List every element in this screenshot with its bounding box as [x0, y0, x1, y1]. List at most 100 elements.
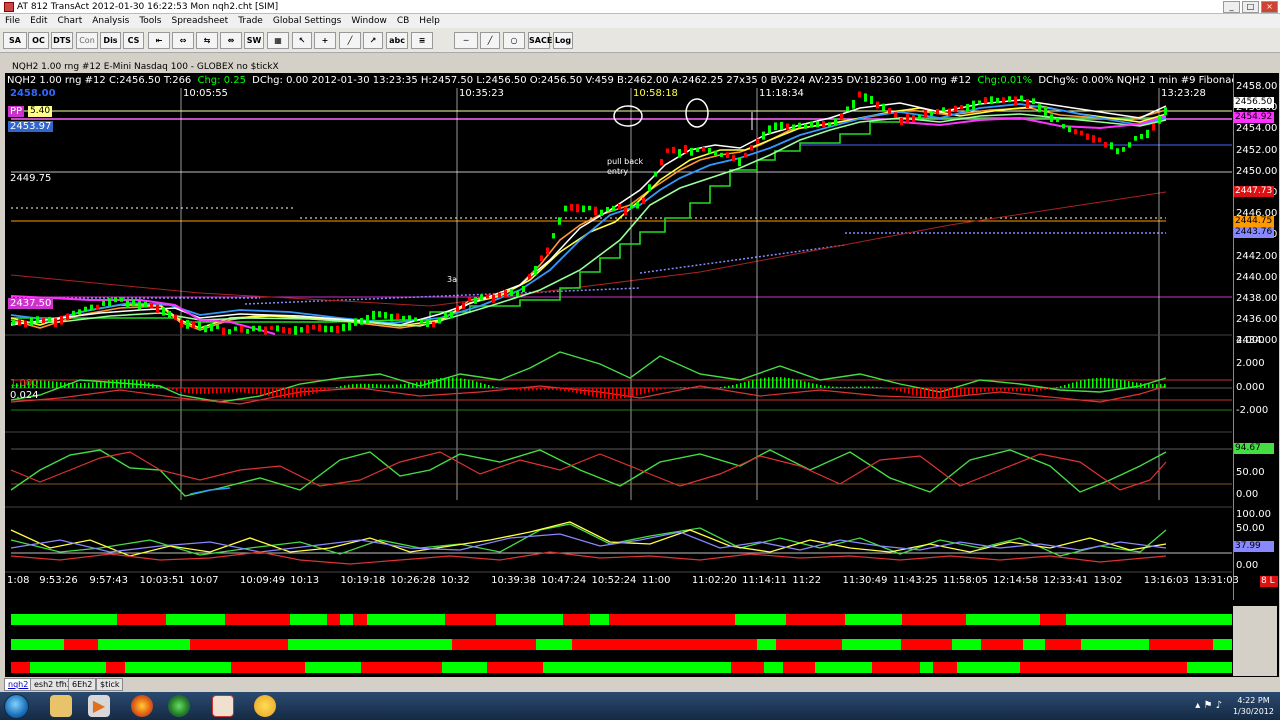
firefox-icon[interactable]	[131, 695, 153, 717]
histogram-bar	[1020, 388, 1022, 392]
histogram-bar	[276, 388, 278, 398]
candle	[180, 319, 183, 328]
taskbar: ▶ ▴ ⚑ ♪ 4:22 PM 1/30/2012	[0, 692, 1280, 720]
histogram-bar	[264, 388, 266, 396]
candle	[168, 310, 171, 318]
candle	[870, 96, 873, 104]
candle	[330, 326, 333, 333]
candle	[1068, 126, 1071, 133]
histogram-bar	[820, 384, 822, 388]
candle	[462, 302, 465, 309]
tab-nqh2[interactable]: nqh2	[4, 678, 33, 691]
signal-segment	[590, 614, 609, 625]
histogram-bar	[728, 385, 730, 388]
signal-segment	[952, 639, 981, 650]
histogram-bar	[560, 388, 562, 391]
app-flower-icon[interactable]	[254, 695, 276, 717]
header-chg: Chg: 0.25	[197, 75, 246, 86]
signal-segment	[612, 662, 624, 673]
histogram-bar	[732, 384, 734, 388]
signal-segment	[418, 614, 445, 625]
strip-scrollbar[interactable]	[1233, 606, 1277, 676]
signal-row-3	[11, 662, 1232, 673]
candle	[1092, 135, 1095, 143]
histogram-bar	[56, 381, 58, 388]
candle	[360, 318, 363, 325]
candle	[582, 205, 585, 213]
histogram-bar	[120, 379, 122, 388]
signal-segment	[315, 639, 328, 650]
histogram-bar	[488, 385, 490, 388]
price-axis-label: 2454.00	[1236, 123, 1278, 135]
candle	[954, 105, 957, 113]
candle	[678, 149, 681, 158]
signal-segment	[338, 639, 354, 650]
candle	[1002, 97, 1005, 103]
dotted-level	[639, 244, 846, 274]
system-clock[interactable]: 4:22 PM 1/30/2012	[1233, 695, 1274, 717]
candle	[684, 144, 687, 154]
histogram-bar	[180, 388, 182, 392]
start-button[interactable]	[4, 694, 29, 719]
histogram-bar	[404, 383, 406, 388]
candle	[102, 300, 105, 306]
time-axis-label: 10:26:28	[390, 575, 436, 586]
histogram-bar	[412, 382, 414, 388]
candle	[12, 320, 15, 325]
candle	[600, 209, 603, 216]
histogram-bar	[752, 380, 754, 388]
signal-segment	[128, 639, 167, 650]
histogram-bar	[436, 378, 438, 388]
histogram-bar	[160, 386, 162, 388]
signal-segment	[496, 614, 528, 625]
histogram-bar	[400, 384, 402, 388]
time-axis-label: 10:13	[290, 575, 320, 586]
candle	[948, 108, 951, 116]
histogram-bar	[1032, 388, 1034, 392]
histogram-bar	[988, 388, 990, 392]
document-icon[interactable]	[212, 695, 234, 717]
histogram-bar	[648, 388, 650, 393]
candle	[672, 146, 675, 153]
signal-segment	[902, 614, 922, 625]
histogram-bar	[528, 388, 530, 391]
signal-segment	[625, 639, 663, 650]
tray-icons[interactable]: ▴ ⚑ ♪	[1195, 700, 1222, 711]
media-player-icon[interactable]: ▶	[88, 695, 110, 717]
tab-6eh2[interactable]: 6Eh2	[68, 678, 97, 691]
explorer-icon[interactable]	[50, 695, 72, 717]
candle	[606, 207, 609, 212]
histogram-bar	[352, 384, 354, 388]
signal-segment	[1155, 662, 1187, 673]
globe-icon[interactable]	[168, 695, 190, 717]
histogram-bar	[912, 388, 914, 395]
candle	[480, 294, 483, 301]
histogram-bar	[608, 388, 610, 399]
tab-tick[interactable]: $tick	[96, 678, 124, 691]
histogram-bar	[408, 383, 410, 388]
price-box: 2447.73	[1234, 186, 1274, 197]
histogram-bar	[504, 388, 506, 389]
histogram-bar	[308, 388, 310, 396]
osc-label-a: 1.000	[10, 378, 39, 389]
candle	[66, 313, 69, 321]
histogram-bar	[736, 384, 738, 388]
candle	[816, 121, 819, 128]
histogram-bar	[388, 384, 390, 388]
clock-date: 1/30/2012	[1232, 707, 1274, 716]
histogram-bar	[868, 386, 870, 388]
clock-time: 4:22 PM	[1237, 696, 1270, 705]
signal-segment	[536, 639, 572, 650]
candle	[810, 121, 813, 128]
histogram-bar	[788, 378, 790, 388]
histogram-bar	[124, 379, 126, 388]
histogram-bar	[716, 387, 718, 388]
candle	[414, 317, 417, 322]
histogram-bar	[512, 388, 514, 390]
histogram-bar	[116, 379, 118, 388]
time-axis-label: 12:14:58	[993, 575, 1039, 586]
signal-segment	[323, 662, 361, 673]
histogram-bar	[328, 388, 330, 390]
candle	[174, 314, 177, 321]
corner-badge: 8 L	[1260, 576, 1278, 587]
